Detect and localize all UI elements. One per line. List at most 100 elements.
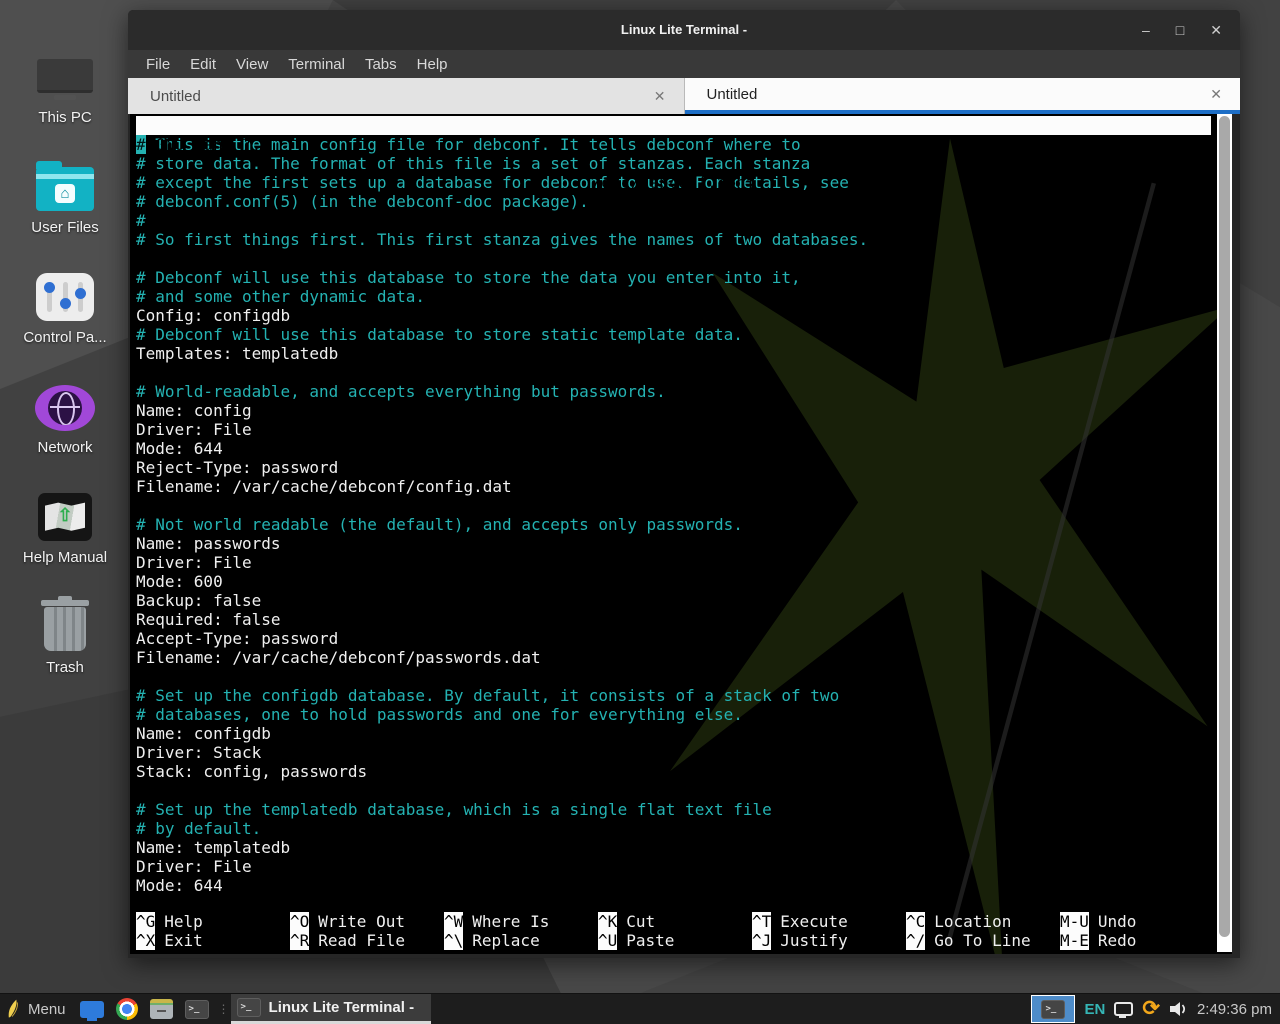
keyboard-layout-indicator[interactable]: EN (1084, 1001, 1105, 1018)
shortcut-label: Location (934, 912, 1011, 931)
desktop: This PC ⌂ User Files Control Pa... Netwo… (0, 0, 1280, 1024)
window-titlebar[interactable]: Linux Lite Terminal - – □ ✕ (128, 10, 1240, 50)
desktop-icon-user-files[interactable]: ⌂ User Files (0, 126, 130, 236)
desktop-icon-help-manual[interactable]: ⇧ Help Manual (0, 456, 130, 566)
terminal-line-28: Filename: /var/cache/debconf/passwords.d… (136, 648, 1211, 667)
shortcut-row-2: ^XExit^RRead File^\Replace^UPaste^JJusti… (136, 931, 1211, 950)
nano-file-path: /etc/debconf.conf (136, 173, 1211, 192)
shortcut-label: Justify (780, 931, 847, 950)
shortcut-row-1: ^GHelp^OWrite Out^WWhere Is^KCut^TExecut… (136, 912, 1211, 931)
shortcut-label: Paste (626, 931, 674, 950)
shortcut-key: ^X (136, 931, 155, 950)
menu-view[interactable]: View (226, 56, 278, 73)
terminal-icon: >_ (1041, 1000, 1065, 1019)
desktop-icon-trash[interactable]: Trash (0, 566, 130, 676)
desktop-icon-label: Trash (46, 659, 84, 676)
display-settings-icon[interactable] (1114, 1002, 1133, 1016)
shortcut-key: ^K (598, 912, 617, 931)
scrollbar-thumb[interactable] (1219, 116, 1230, 937)
taskbar: Menu >_ ⋮ >_ Linux Lite Terminal - >_ EN… (0, 993, 1280, 1024)
shortcut-key: M-U (1060, 912, 1089, 931)
scrollbar[interactable] (1217, 114, 1232, 952)
menu-bar: FileEditViewTerminalTabsHelp (128, 50, 1240, 78)
terminal-window-icon: >_ (237, 998, 261, 1017)
shortcut-label: Help (164, 912, 203, 931)
this-pc-icon (37, 59, 93, 101)
tab-untitled-1[interactable]: Untitled ✕ (128, 78, 685, 114)
terminal-line-20 (136, 496, 1211, 515)
terminal-content[interactable]: GNU nano 7.2 /etc/debconf.conf # This is… (130, 114, 1232, 954)
network-globe-icon (35, 385, 95, 431)
menu-button[interactable]: Menu (0, 994, 74, 1024)
desktop-icon-label: Help Manual (23, 549, 107, 566)
terminal-line-13 (136, 363, 1211, 382)
volume-icon[interactable] (1169, 1001, 1188, 1017)
close-button[interactable]: ✕ (1210, 23, 1222, 37)
menu-tabs[interactable]: Tabs (355, 56, 407, 73)
shortcut-paste: ^UPaste (598, 931, 752, 950)
desktop-icon-label: Control Pa... (23, 329, 106, 346)
taskbar-window-button[interactable]: >_ Linux Lite Terminal - (231, 994, 431, 1024)
menu-button-label: Menu (28, 1001, 66, 1018)
desktop-icon-label: Network (37, 439, 92, 456)
terminal-line-36: # Set up the templatedb database, which … (136, 800, 1211, 819)
terminal-line-11: # Debconf will use this database to stor… (136, 325, 1211, 344)
shortcut-justify: ^JJustify (752, 931, 906, 950)
shortcut-exit: ^XExit (136, 931, 290, 950)
terminal-line-29 (136, 667, 1211, 686)
terminal-window: Linux Lite Terminal - – □ ✕ FileEditView… (128, 10, 1240, 958)
shortcut-where-is: ^WWhere Is (444, 912, 598, 931)
show-desktop-icon[interactable] (80, 1001, 104, 1018)
tab-close-icon[interactable]: ✕ (654, 88, 666, 105)
terminal-line-9: # and some other dynamic data. (136, 287, 1211, 306)
tray-terminal-icon[interactable]: >_ (1031, 995, 1075, 1023)
terminal-line-8: # Debconf will use this database to stor… (136, 268, 1211, 287)
terminal-line-17: Mode: 644 (136, 439, 1211, 458)
tab-untitled-2[interactable]: Untitled ✕ (685, 78, 1241, 114)
shortcut-key: ^C (906, 912, 925, 931)
shortcut-cut: ^K Cut (598, 912, 752, 931)
desktop-icon-control-panel[interactable]: Control Pa... (0, 236, 130, 346)
shortcut-label: Redo (1098, 931, 1137, 950)
terminal-launcher-icon[interactable]: >_ (185, 1000, 209, 1019)
menu-edit[interactable]: Edit (180, 56, 226, 73)
shortcut-label: Cut (626, 912, 655, 931)
desktop-icon-list: This PC ⌂ User Files Control Pa... Netwo… (0, 16, 130, 676)
desktop-icon-network[interactable]: Network (0, 346, 130, 456)
shortcut-write-out: ^O Write Out (290, 912, 444, 931)
minimize-button[interactable]: – (1142, 23, 1150, 37)
terminal-line-24: Mode: 600 (136, 572, 1211, 591)
file-manager-icon[interactable] (150, 999, 173, 1019)
shortcut-label: Replace (472, 931, 539, 950)
shortcut-label: Write Out (318, 912, 405, 931)
desktop-icon-label: User Files (31, 219, 99, 236)
terminal-line-19: Filename: /var/cache/debconf/config.dat (136, 477, 1211, 496)
update-notifier-icon[interactable]: ⟳ (1142, 999, 1160, 1019)
terminal-line-40: Mode: 644 (136, 876, 1211, 895)
shortcut-key: ^T (752, 912, 771, 931)
menu-help[interactable]: Help (407, 56, 458, 73)
terminal-line-33: Driver: Stack (136, 743, 1211, 762)
shortcut-label: Read File (318, 931, 405, 950)
shortcut-label: Execute (780, 912, 847, 931)
tab-label: Untitled (707, 86, 758, 103)
system-tray: >_ EN ⟳ 2:49:36 pm (1031, 995, 1280, 1023)
home-icon: ⌂ (55, 184, 75, 203)
shortcut-read-file: ^RRead File (290, 931, 444, 950)
terminal-line-10: Config: configdb (136, 306, 1211, 325)
terminal-line-15: Name: config (136, 401, 1211, 420)
help-manual-map-icon: ⇧ (38, 493, 92, 541)
desktop-icon-label: This PC (38, 109, 91, 126)
terminal-line-35 (136, 781, 1211, 800)
trash-can-icon (44, 607, 86, 651)
terminal-line-31: # databases, one to hold passwords and o… (136, 705, 1211, 724)
menu-terminal[interactable]: Terminal (278, 56, 355, 73)
desktop-icon-this-pc[interactable]: This PC (0, 16, 130, 126)
maximize-button[interactable]: □ (1176, 23, 1184, 37)
menu-file[interactable]: File (136, 56, 180, 73)
nano-titlebar: GNU nano 7.2 /etc/debconf.conf (136, 116, 1211, 135)
tab-close-icon[interactable]: ✕ (1210, 86, 1222, 103)
user-files-folder-icon: ⌂ (36, 167, 94, 211)
shortcut-key: ^O (290, 912, 309, 931)
chrome-browser-icon[interactable] (116, 998, 138, 1020)
